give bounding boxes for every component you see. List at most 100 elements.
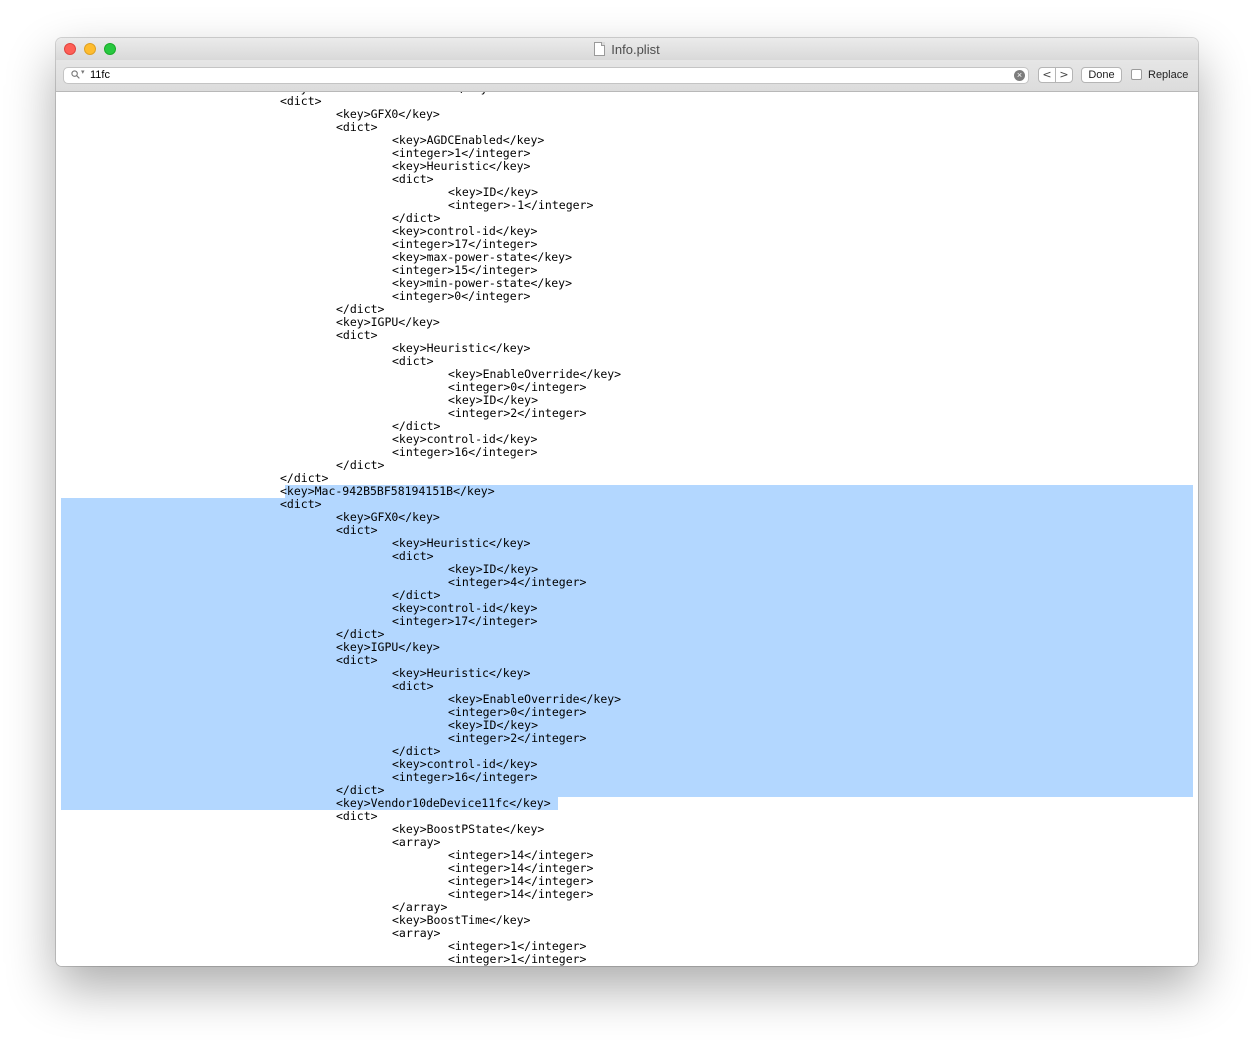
code-line-text: <key>control-id</key> xyxy=(392,432,538,446)
code-line-text: </dict> xyxy=(336,627,385,641)
code-line: <dict> xyxy=(56,524,621,537)
code-line: <integer>1</integer> xyxy=(56,953,621,966)
code-line-text: <key>IGPU</key> xyxy=(336,315,440,329)
code-line-text: <key>BoostTime</key> xyxy=(392,913,531,927)
code-line-text: <key>control-id</key> xyxy=(392,601,538,615)
code-line-text: <key>EnableOverride</key> xyxy=(448,692,622,706)
code-line-text: </dict> xyxy=(336,458,385,472)
code-line-text: <integer>0</integer> xyxy=(448,705,587,719)
code-line-text: <key>IGPU</key> xyxy=(336,640,440,654)
code-line: <integer>-1</integer> xyxy=(56,199,621,212)
code-line-text: <key>ID</key> xyxy=(448,185,539,199)
replace-label[interactable]: Replace xyxy=(1148,69,1188,82)
code-line-text: <integer>16</integer> xyxy=(392,770,538,784)
code-line-text: <dict> xyxy=(392,354,434,368)
text-editor-window: Info.plist ▾ × < > Done Replace <key>Mac… xyxy=(56,38,1198,966)
search-options-chevron-icon[interactable]: ▾ xyxy=(81,68,85,76)
code-line: <integer>4</integer> xyxy=(56,576,621,589)
code-line-text: <key>Heuristic</key> xyxy=(392,341,531,355)
find-previous-button[interactable]: < xyxy=(1039,68,1055,82)
code-line-text: </dict> xyxy=(336,302,385,316)
text-editor[interactable]: <key>Mac-00BE6ED71E35EB86</key><dict><ke… xyxy=(56,92,1198,966)
code-line-text: <integer>17</integer> xyxy=(392,237,538,251)
document-icon xyxy=(594,42,606,56)
code-line-text: <key>control-id</key> xyxy=(392,224,538,238)
code-line-text: <key>control-id</key> xyxy=(392,757,538,771)
search-icon[interactable] xyxy=(71,70,80,79)
find-bar: ▾ × < > Done Replace xyxy=(56,60,1198,92)
find-input[interactable] xyxy=(90,68,990,83)
code-line-text: <dict> xyxy=(392,679,434,693)
code-line-text: <dict> xyxy=(336,809,378,823)
code-line-text: <integer>14</integer> xyxy=(448,874,594,888)
code-line: <key>BoostTime</key> xyxy=(56,914,621,927)
code-line-text: <key>Heuristic</key> xyxy=(392,159,531,173)
code-line: </dict> xyxy=(56,459,621,472)
code-line-text: <integer>15</integer> xyxy=(392,263,538,277)
code-line: <key>Mac-942B5BF58194151B</key> xyxy=(56,485,621,498)
code-line: </array> xyxy=(56,901,621,914)
find-field[interactable]: ▾ × xyxy=(63,67,1029,84)
code-line-text: <key>min-power-state</key> xyxy=(392,276,573,290)
clear-search-icon[interactable]: × xyxy=(1014,70,1025,81)
code-line-text: <integer>2</integer> xyxy=(448,406,587,420)
code-line-text: <key>ID</key> xyxy=(448,718,539,732)
code-line-text: <dict> xyxy=(280,94,322,108)
code-line-text: </array> xyxy=(392,900,448,914)
code-line: <dict> xyxy=(56,329,621,342)
code-line-text: <key>max-power-state</key> xyxy=(392,250,573,264)
code-line-text: <integer>17</integer> xyxy=(392,614,538,628)
code-line-text: </dict> xyxy=(392,211,441,225)
code-line-text: <key>BoostPState</key> xyxy=(392,822,545,836)
code-line-text: <dict> xyxy=(280,497,322,511)
code-line-text: <key>Mac-942B5BF58194151B</key> xyxy=(280,484,495,498)
code-line-text: <dict> xyxy=(336,653,378,667)
code-line-text: <integer>4</integer> xyxy=(448,575,587,589)
done-button[interactable]: Done xyxy=(1081,67,1122,83)
code-line: <integer>14</integer> xyxy=(56,888,621,901)
code-line-text: <integer>1</integer> xyxy=(392,146,531,160)
code-line: <key>Heuristic</key> xyxy=(56,537,621,550)
code-line-text: <key>EnableOverride</key> xyxy=(448,367,622,381)
code-line-text: <integer>14</integer> xyxy=(448,887,594,901)
code-line-text: <integer>0</integer> xyxy=(448,380,587,394)
find-next-button[interactable]: > xyxy=(1055,68,1072,82)
title-bar[interactable]: Info.plist xyxy=(56,38,1198,60)
code-line-text: <key>GFX0</key> xyxy=(336,107,440,121)
window-title: Info.plist xyxy=(56,42,1198,57)
replace-checkbox[interactable] xyxy=(1131,69,1142,80)
code-line-text: <dict> xyxy=(392,172,434,186)
code-line-text: <key>Vendor10deDevice11fc</key> xyxy=(336,796,551,810)
code-line-text: <integer>14</integer> xyxy=(448,861,594,875)
find-navigation: < > xyxy=(1038,67,1073,83)
code-line: <key>min-power-state</key> xyxy=(56,277,621,290)
code-line-text: <dict> xyxy=(336,328,378,342)
code-text[interactable]: <key>Mac-00BE6ED71E35EB86</key><dict><ke… xyxy=(56,92,621,966)
code-line-text: <integer>1</integer> xyxy=(448,939,587,953)
code-line-text: <integer>16</integer> xyxy=(392,445,538,459)
code-line: <dict> xyxy=(56,654,621,667)
code-line-text: <dict> xyxy=(336,120,378,134)
code-line-text: <integer>0</integer> xyxy=(392,289,531,303)
code-line-text: <key>ID</key> xyxy=(448,393,539,407)
code-line-text: <integer>1</integer> xyxy=(448,952,587,966)
code-line-text: </dict> xyxy=(336,783,385,797)
code-line-text: <integer>2</integer> xyxy=(448,731,587,745)
code-line: <key>Heuristic</key> xyxy=(56,667,621,680)
code-line: <key>AGDCEnabled</key> xyxy=(56,134,621,147)
code-line-text: <array> xyxy=(392,835,441,849)
code-line: <integer>2</integer> xyxy=(56,732,621,745)
code-line: <key>Heuristic</key> xyxy=(56,160,621,173)
code-line: <key>BoostPState</key> xyxy=(56,823,621,836)
code-line-text: <key>GFX0</key> xyxy=(336,510,440,524)
code-line-text: </dict> xyxy=(280,471,329,485)
code-line: <integer>1</integer> xyxy=(56,147,621,160)
code-line-text: <key>Heuristic</key> xyxy=(392,536,531,550)
window-title-text: Info.plist xyxy=(611,42,660,57)
code-line-text: </dict> xyxy=(392,588,441,602)
code-line-text: <dict> xyxy=(392,549,434,563)
code-line-text: <integer>14</integer> xyxy=(448,848,594,862)
code-line-text: <integer>-1</integer> xyxy=(448,198,594,212)
code-line-text: <key>Heuristic</key> xyxy=(392,666,531,680)
code-line-text: <key>AGDCEnabled</key> xyxy=(392,133,545,147)
